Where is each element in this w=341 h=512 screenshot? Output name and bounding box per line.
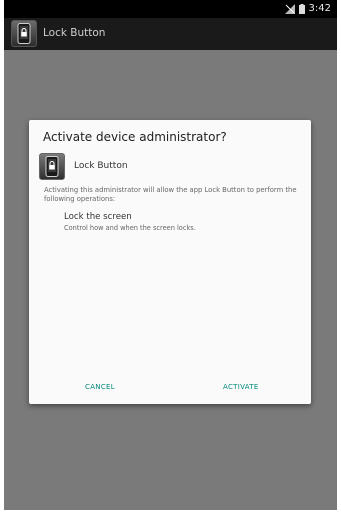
lock-phone-icon[interactable] xyxy=(11,20,37,47)
app-title: Lock Button xyxy=(43,27,106,39)
device-admin-dialog: Activate device administrator? Lock Butt… xyxy=(29,120,311,404)
status-icons: 3:42 xyxy=(284,2,331,16)
device-frame: 3:42 Lock Button Activate device adminis… xyxy=(4,0,337,510)
dialog-title: Activate device administrator? xyxy=(43,130,227,144)
admin-app-name: Lock Button xyxy=(74,161,128,171)
lock-phone-icon xyxy=(39,153,65,180)
cancel-button[interactable]: CANCEL xyxy=(85,382,115,392)
status-bar: 3:42 xyxy=(4,0,337,18)
action-bar: Lock Button xyxy=(4,18,337,50)
permission-description: Control how and when the screen locks. xyxy=(64,224,196,232)
permission-title: Lock the screen xyxy=(64,212,132,222)
admin-description: Activating this administrator will allow… xyxy=(44,186,297,203)
signal-icon xyxy=(284,4,295,14)
activate-button[interactable]: ACTIVATE xyxy=(223,382,259,392)
status-time: 3:42 xyxy=(308,3,331,14)
battery-icon xyxy=(298,4,305,14)
